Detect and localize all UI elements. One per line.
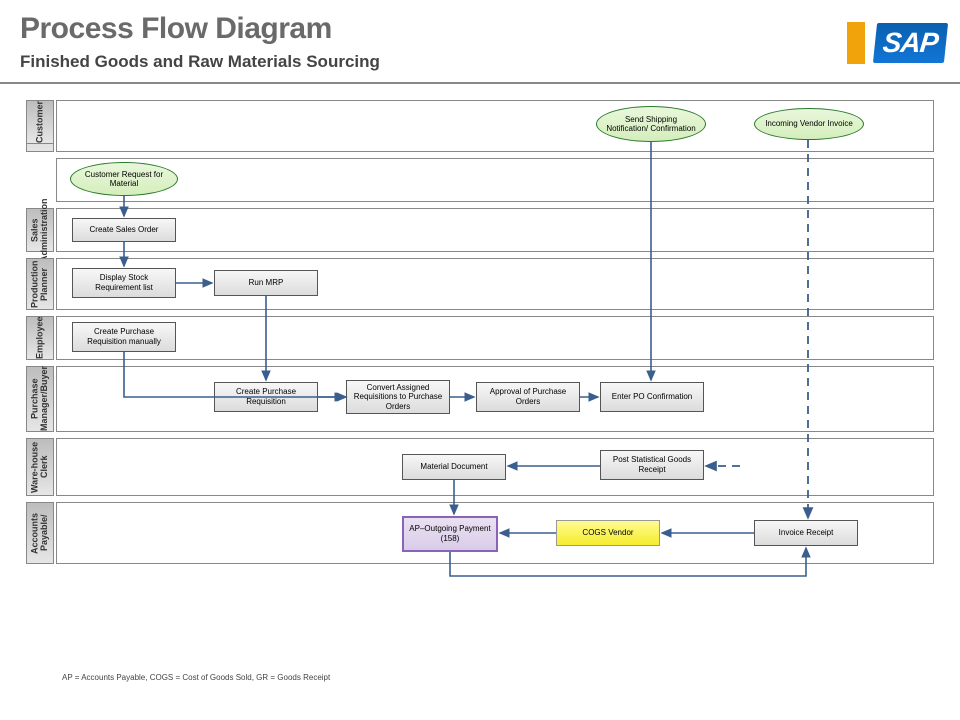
node-incoming-invoice: Incoming Vendor Invoice: [754, 108, 864, 140]
node-run-mrp: Run MRP: [214, 270, 318, 296]
node-post-gr: Post Statistical Goods Receipt: [600, 450, 704, 480]
node-material-doc: Material Document: [402, 454, 506, 480]
lane-label-ap: Accounts Payable/: [26, 502, 54, 564]
page-subtitle: Finished Goods and Raw Materials Sourcin…: [20, 52, 940, 72]
node-create-sales-order: Create Sales Order: [72, 218, 176, 242]
footnote: AP = Accounts Payable, COGS = Cost of Go…: [62, 673, 330, 682]
lane-prod-planner: [56, 258, 934, 310]
accent-bar: [847, 22, 865, 64]
page-title: Process Flow Diagram: [20, 12, 940, 46]
lane-label-warehouse: Ware-house Clerk: [26, 438, 54, 496]
node-enter-po-conf: Enter PO Confirmation: [600, 382, 704, 412]
lane-customer: [56, 158, 934, 202]
node-invoice-receipt: Invoice Receipt: [754, 520, 858, 546]
header: Process Flow Diagram Finished Goods and …: [0, 0, 960, 84]
lane-label-employee: Employee: [26, 316, 54, 360]
logo: SAP: [847, 22, 946, 64]
node-approve-po: Approval of Purchase Orders: [476, 382, 580, 412]
node-send-shipping: Send Shipping Notification/ Confirmation: [596, 106, 706, 142]
lane-label-customer: Customer: [26, 100, 54, 144]
swimlanes: Vendor Customer Sales Administration Pro…: [26, 100, 934, 660]
node-create-pr: Create Purchase Requisition: [214, 382, 318, 412]
lane-label-sales-admin: Sales Administration: [26, 208, 54, 252]
node-create-pr-manual: Create Purchase Requisition manually: [72, 322, 176, 352]
lane-sales-admin: [56, 208, 934, 252]
lane-employee: [56, 316, 934, 360]
node-ap-outgoing: AP–Outgoing Payment (158): [402, 516, 498, 552]
node-cogs-vendor: COGS Vendor: [556, 520, 660, 546]
sap-logo: SAP: [873, 23, 948, 63]
node-convert-req: Convert Assigned Requisitions to Purchas…: [346, 380, 450, 414]
lane-label-purchase-mgr: Purchase Manager/Buyer: [26, 366, 54, 432]
node-customer-request: Customer Request for Material: [70, 162, 178, 196]
node-display-stock: Display Stock Requirement list: [72, 268, 176, 298]
lane-label-prod-planner: Production Planner: [26, 258, 54, 310]
